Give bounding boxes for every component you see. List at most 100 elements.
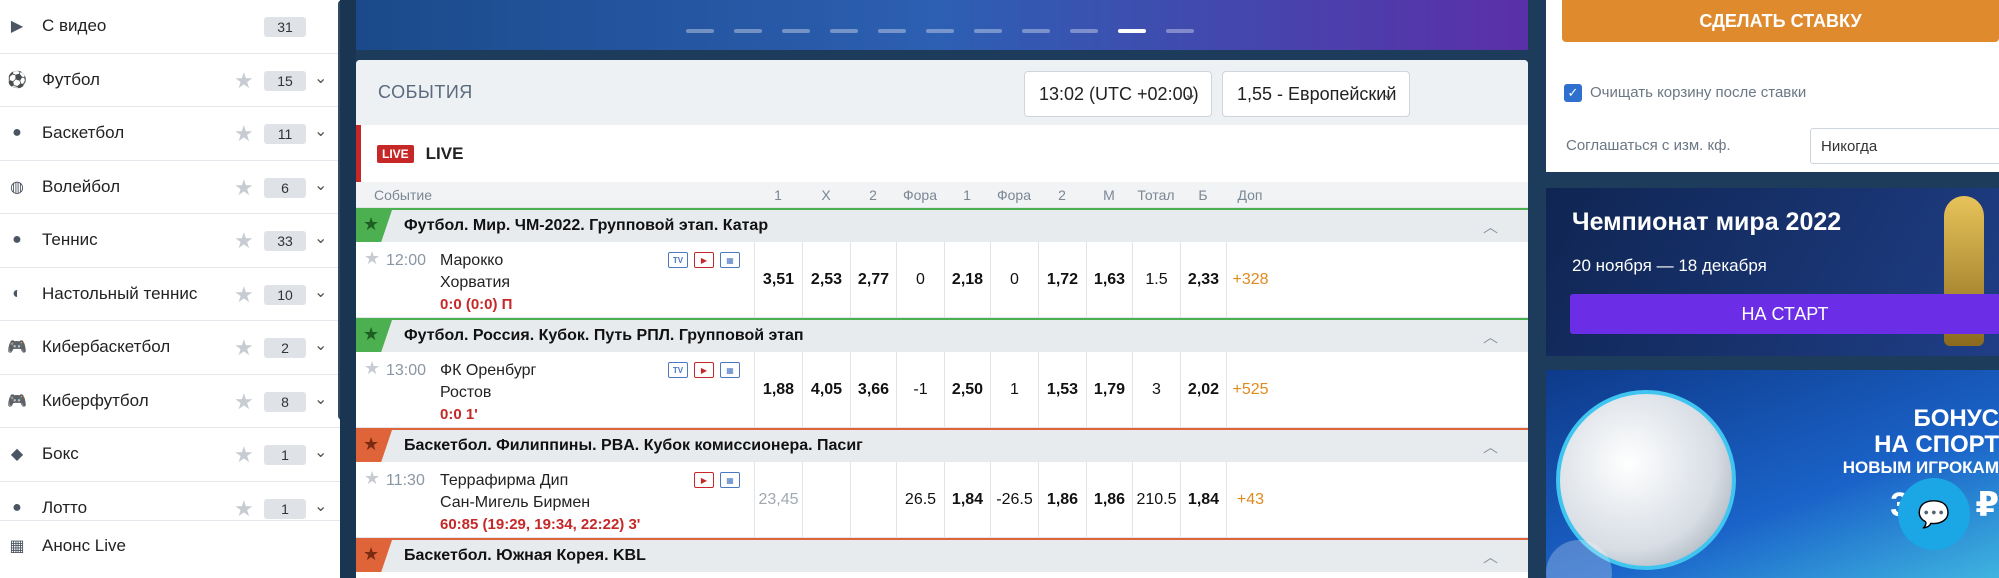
accept-odds-select[interactable]: Никогда [1810,128,1999,164]
carousel-dot[interactable] [830,29,858,33]
league-header[interactable]: ★ Баскетбол. Филиппины. PBA. Кубок комисс… [356,428,1528,462]
carousel-dot[interactable] [734,29,762,33]
odds-cell[interactable]: 1,53 [1038,352,1086,427]
carousel-dot[interactable] [878,29,906,33]
tv-icon[interactable]: TV [668,362,688,378]
chevron-down-icon[interactable]: ⌄ [314,228,327,248]
place-bet-button[interactable]: СДЕЛАТЬ СТАВКУ [1562,0,1999,42]
star-icon[interactable]: ★ [234,121,254,147]
odds-cell[interactable]: 2,18 [944,242,990,317]
sidebar-item[interactable]: 🎮 Киберфутбол ★ 8 ⌄ [0,375,340,428]
field-icon[interactable]: ▦ [720,362,740,378]
league-header[interactable]: ★ Футбол. Мир. ЧМ-2022. Групповой этап. К… [356,208,1528,242]
carousel-dot[interactable] [974,29,1002,33]
more-markets-button[interactable]: +328 [1226,242,1274,317]
video-icon[interactable]: ▶ [694,472,714,488]
sidebar-item[interactable]: ● Баскетбол ★ 11 ⌄ [0,107,340,161]
odds-cell[interactable]: 23,45 [754,462,802,537]
video-icon[interactable]: ▶ [694,252,714,268]
odds-cell[interactable]: 0 [896,242,944,317]
odds-cell[interactable]: 2,77 [850,242,896,317]
team-home[interactable]: Марокко [440,252,503,270]
star-icon[interactable]: ★ [234,442,254,468]
league-header[interactable]: ★ Футбол. Россия. Кубок. Путь РПЛ. Группо… [356,318,1528,352]
chevron-down-icon[interactable]: ⌄ [314,175,327,195]
clear-cart-checkbox[interactable]: ✓ [1564,84,1582,102]
chevron-down-icon[interactable]: ⌄ [314,335,327,355]
sidebar-item[interactable]: ● Теннис ★ 33 ⌄ [0,214,340,268]
chevron-down-icon[interactable]: ⌄ [314,442,327,462]
odds-cell[interactable]: 210.5 [1132,462,1180,537]
sidebar-item[interactable]: ◐ Настольный теннис ★ 10 ⌄ [0,268,340,321]
star-icon[interactable]: ★ [234,282,254,308]
sidebar-item[interactable]: ⚽ Футбол ★ 15 ⌄ [0,54,340,107]
odds-cell[interactable]: 2,33 [1180,242,1226,317]
team-home[interactable]: ФК Оренбург [440,362,536,380]
sidebar-item[interactable]: ◆ Бокс ★ 1 ⌄ [0,428,340,482]
carousel-dot[interactable] [1070,29,1098,33]
carousel-dot[interactable] [1022,29,1050,33]
odds-cell[interactable] [850,462,896,537]
chevron-up-icon[interactable]: ︿ [1483,326,1498,347]
odds-cell[interactable] [802,462,850,537]
star-icon[interactable]: ★ [234,228,254,254]
odds-cell[interactable]: 1,86 [1038,462,1086,537]
odds-cell[interactable]: 1 [990,352,1038,427]
odds-cell[interactable]: -1 [896,352,944,427]
sidebar-item[interactable]: ◍ Волейбол ★ 6 ⌄ [0,161,340,214]
odds-cell[interactable]: 3 [1132,352,1180,427]
promo-banner-carousel[interactable] [356,0,1528,50]
odds-cell[interactable]: 1,72 [1038,242,1086,317]
star-icon[interactable]: ★ [363,544,379,565]
field-icon[interactable]: ▦ [720,472,740,488]
carousel-dot[interactable] [1118,29,1146,33]
star-icon[interactable]: ★ [234,389,254,415]
team-home[interactable]: Террафирма Дип [440,472,568,490]
odds-cell[interactable]: 0 [990,242,1038,317]
odds-cell[interactable]: 2,02 [1180,352,1226,427]
chevron-down-icon[interactable]: ⌄ [314,389,327,409]
odds-cell[interactable]: 26.5 [896,462,944,537]
odds-cell[interactable]: 1,84 [944,462,990,537]
chevron-down-icon[interactable]: ⌄ [314,68,327,88]
more-markets-button[interactable]: +43 [1226,462,1274,537]
world-cup-banner[interactable]: Чемпионат мира 2022 20 ноября — 18 декаб… [1546,188,1999,356]
carousel-dot[interactable] [1166,29,1194,33]
odds-cell[interactable]: 2,50 [944,352,990,427]
chevron-down-icon[interactable]: ⌄ [314,282,327,302]
odds-cell[interactable]: 1,63 [1086,242,1132,317]
sidebar-item[interactable]: ▶ С видео 31 [0,0,340,54]
timezone-select[interactable]: 13:02 (UTC +02:00) ⌄ [1024,71,1212,117]
odds-cell[interactable]: 3,51 [754,242,802,317]
odds-cell[interactable]: 1,88 [754,352,802,427]
chevron-up-icon[interactable]: ︿ [1483,546,1498,567]
odds-cell[interactable]: 3,66 [850,352,896,427]
carousel-dot[interactable] [782,29,810,33]
carousel-dot[interactable] [926,29,954,33]
star-icon[interactable]: ★ [234,68,254,94]
star-icon[interactable]: ★ [363,214,379,235]
chat-button[interactable]: 💬 [1898,478,1970,550]
team-away[interactable]: Хорватия [440,274,510,292]
odds-cell[interactable]: 1,86 [1086,462,1132,537]
odds-cell[interactable]: 4,05 [802,352,850,427]
odds-cell[interactable]: -26.5 [990,462,1038,537]
star-icon[interactable]: ★ [364,358,380,379]
tv-icon[interactable]: TV [668,252,688,268]
star-icon[interactable]: ★ [364,248,380,269]
video-icon[interactable]: ▶ [694,362,714,378]
sidebar-item[interactable]: 🎮 Кибербаскетбол ★ 2 ⌄ [0,321,340,375]
star-icon[interactable]: ★ [234,496,254,522]
odds-cell[interactable]: 1,84 [1180,462,1226,537]
chevron-up-icon[interactable]: ︿ [1483,216,1498,237]
team-away[interactable]: Сан-Мигель Бирмен [440,494,590,512]
field-icon[interactable]: ▦ [720,252,740,268]
sidebar-item-anons-live[interactable]: ▦ Анонс Live [0,520,340,570]
more-markets-button[interactable]: +525 [1226,352,1274,427]
star-icon[interactable]: ★ [234,335,254,361]
star-icon[interactable]: ★ [363,434,379,455]
chevron-down-icon[interactable]: ⌄ [314,496,327,516]
carousel-dot[interactable] [686,29,714,33]
odds-cell[interactable]: 2,53 [802,242,850,317]
league-header[interactable]: ★ Баскетбол. Южная Корея. KBL ︿ [356,538,1528,572]
